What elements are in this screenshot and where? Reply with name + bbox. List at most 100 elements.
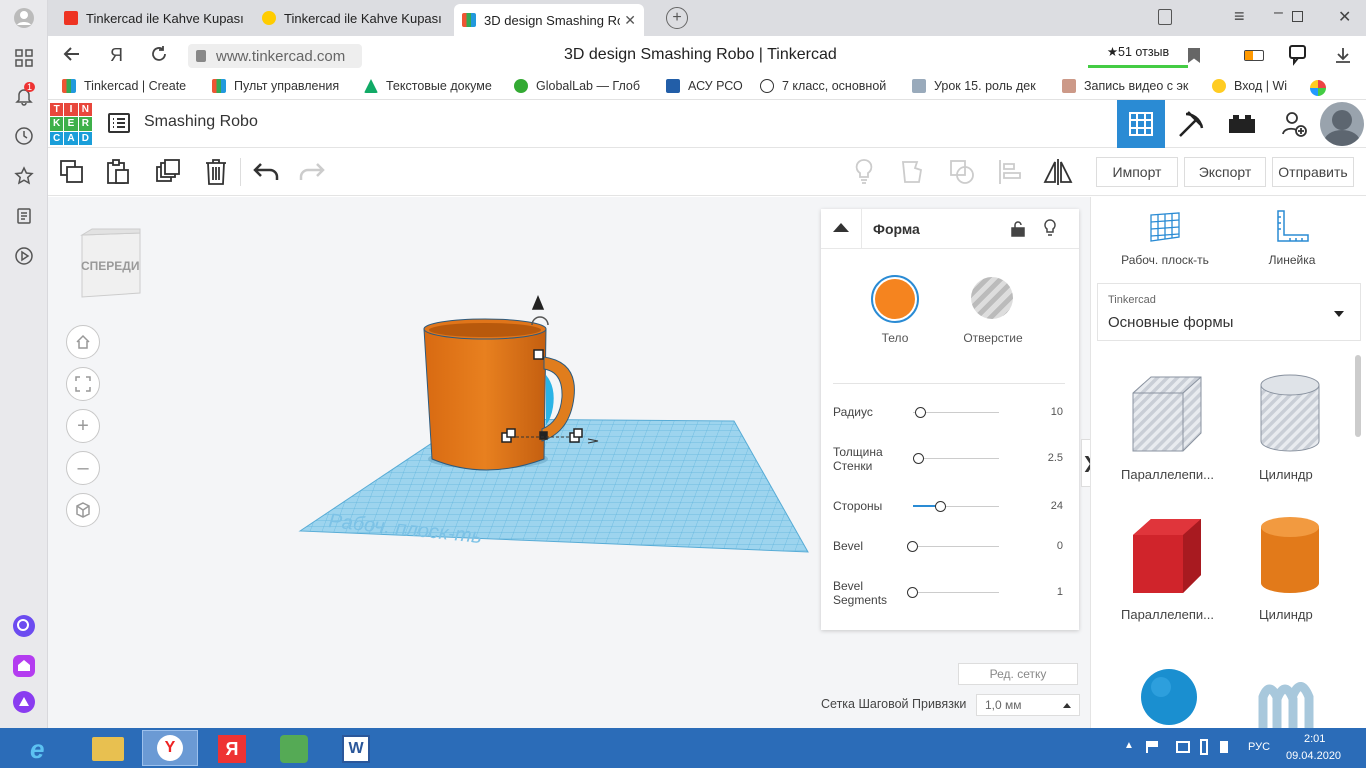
mirror-icon[interactable] [1042, 156, 1074, 188]
tray-arrow-icon[interactable]: ▲ [1124, 740, 1134, 751]
send-button[interactable]: Отправить [1272, 157, 1354, 187]
alice-assistant-icon[interactable] [12, 690, 36, 714]
ungroup-icon[interactable] [946, 156, 978, 188]
bevel-value[interactable]: 0 [1057, 540, 1063, 552]
close-tab-icon[interactable]: ✕ [624, 12, 636, 29]
url-field[interactable]: www.tinkercad.com [188, 44, 362, 68]
wall-slider-knob[interactable] [913, 453, 924, 464]
hole-swatch[interactable] [971, 277, 1013, 319]
explorer-folder-icon[interactable] [92, 737, 124, 761]
redo-icon[interactable] [296, 156, 328, 188]
bookmark-item[interactable]: Пульт управления [212, 79, 339, 93]
battery-icon[interactable] [1244, 50, 1264, 61]
paste-icon[interactable] [102, 156, 134, 188]
edit-grid-button[interactable]: Ред. сетку [958, 663, 1078, 685]
menu-hamburger-icon[interactable]: ≡ [1234, 6, 1245, 27]
apps-grid-icon[interactable] [12, 46, 36, 70]
messages-icon[interactable] [1288, 44, 1310, 69]
restore-window-icon[interactable] [1292, 11, 1303, 22]
lego-brick-icon[interactable] [1228, 114, 1256, 137]
yandex-taskbar-icon[interactable]: Я [218, 735, 246, 763]
bevel-slider-track[interactable] [913, 546, 999, 547]
close-window-icon[interactable]: ✕ [1338, 7, 1351, 27]
history-clock-icon[interactable] [12, 124, 36, 148]
video-play-icon[interactable] [12, 244, 36, 268]
copy-icon[interactable] [56, 156, 88, 188]
radius-value[interactable]: 10 [1051, 406, 1063, 418]
bevel-segments-slider-track[interactable] [913, 592, 999, 593]
sides-slider-knob[interactable] [935, 501, 946, 512]
shape-box-hole[interactable]: Параллелепи... [1117, 371, 1217, 482]
shape-cylinder-hole[interactable]: Цилиндр [1251, 371, 1351, 482]
wall-slider-track[interactable] [913, 458, 999, 459]
lock-shape-icon[interactable] [1011, 221, 1025, 240]
word-taskbar-icon[interactable]: W [342, 735, 370, 763]
yandex-home-icon[interactable]: Я [110, 45, 123, 66]
user-avatar[interactable] [1320, 102, 1364, 146]
browser-tab-1[interactable]: Tinkercad ile Kahve Kupası [56, 4, 246, 32]
codeblocks-pickaxe-icon[interactable] [1176, 110, 1206, 141]
browser-tab-active[interactable]: 3D design Smashing Rob ✕ [454, 4, 644, 36]
bookmark-item[interactable]: Вход | Wi [1212, 79, 1287, 93]
notifications-bell-icon[interactable]: 1 [12, 82, 36, 108]
delete-trash-icon[interactable] [200, 156, 232, 188]
shape-sphere[interactable] [1139, 667, 1199, 727]
duplicate-icon[interactable] [152, 156, 184, 188]
bookmarks-star-icon[interactable] [12, 164, 36, 188]
tray-signal-icon[interactable] [1220, 741, 1228, 753]
bookmark-item[interactable]: Текстовые докуме [364, 79, 492, 93]
solid-color-swatch[interactable] [871, 275, 919, 323]
workplane-scene[interactable]: Рабоч. плоск-ть [48, 197, 820, 728]
back-arrow-icon[interactable] [62, 44, 82, 67]
export-button[interactable]: Экспорт [1184, 157, 1266, 187]
collapse-panel-icon[interactable] [833, 223, 849, 232]
workplane-tool[interactable]: Рабоч. плоск-ть [1115, 209, 1215, 269]
downloads-icon[interactable] [1334, 46, 1352, 67]
minimize-window-icon[interactable]: – [1274, 4, 1283, 22]
snap-grid-select[interactable]: 1,0 мм [976, 694, 1080, 716]
bevel-segments-slider-knob[interactable] [907, 587, 918, 598]
game-taskbar-icon[interactable] [280, 735, 308, 763]
bookmark-item[interactable]: АСУ РСО [666, 79, 743, 93]
tabs-overview-icon[interactable] [1158, 9, 1172, 25]
bevel-slider-knob[interactable] [907, 541, 918, 552]
3d-view-button[interactable] [1117, 100, 1165, 148]
wall-value[interactable]: 2.5 [1048, 452, 1063, 464]
tray-language[interactable]: РУС [1248, 741, 1270, 753]
bookmarks-more-icon[interactable] [1310, 80, 1326, 96]
import-button[interactable]: Импорт [1096, 157, 1178, 187]
yandex-browser-taskbar-icon[interactable]: Y [142, 730, 198, 766]
bookmark-item[interactable]: Урок 15. роль дек [912, 79, 1036, 93]
add-user-icon[interactable] [1280, 110, 1308, 141]
hide-shape-lightbulb-icon[interactable] [1043, 219, 1057, 242]
shape-box-solid[interactable]: Параллелепи... [1117, 513, 1217, 623]
reviews-badge[interactable]: ★51 отзыв [1088, 44, 1188, 68]
tinkercad-logo[interactable]: TIN KER CAD [50, 103, 92, 145]
lightbulb-icon[interactable] [848, 156, 880, 188]
radius-slider-knob[interactable] [915, 407, 926, 418]
3d-workspace[interactable]: СПЕРЕДИ + – Рабоч. плоск-ть Форма Тело О… [48, 197, 1097, 728]
alice-search-icon[interactable] [12, 614, 36, 638]
bookmark-item[interactable]: GlobalLab — Глоб [514, 79, 640, 93]
align-icon[interactable] [994, 156, 1026, 188]
design-name[interactable]: Smashing Robo [144, 113, 258, 131]
tray-battery-icon[interactable] [1200, 739, 1208, 755]
tray-flag-icon[interactable] [1146, 741, 1158, 753]
group-icon[interactable] [898, 156, 930, 188]
new-tab-button[interactable]: + [666, 7, 688, 29]
bookmark-item[interactable]: 7 класс, основной [760, 79, 886, 93]
bevel-segments-value[interactable]: 1 [1057, 586, 1063, 598]
browser-tab-2[interactable]: Tinkercad ile Kahve Kupası [254, 4, 450, 32]
ruler-tool[interactable]: Линейка [1257, 209, 1327, 269]
library-scrollbar[interactable] [1355, 355, 1361, 437]
undo-icon[interactable] [250, 156, 282, 188]
bookmark-item[interactable]: Запись видео с эк [1062, 79, 1188, 93]
design-menu-icon[interactable] [108, 113, 130, 136]
bookmark-page-icon[interactable] [1188, 48, 1200, 63]
library-category-select[interactable]: Tinkercad Основные формы [1097, 283, 1361, 341]
ie-icon[interactable]: e [30, 734, 44, 765]
profile-icon[interactable] [12, 6, 36, 30]
shape-scribble[interactable] [1257, 673, 1321, 732]
reload-icon[interactable] [150, 45, 168, 66]
alice-home-icon[interactable] [12, 654, 36, 678]
